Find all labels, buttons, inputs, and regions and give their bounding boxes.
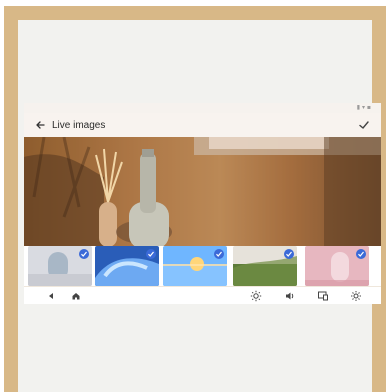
volume-icon[interactable] [283,289,297,303]
screen-mirror-icon[interactable] [316,289,330,303]
thumbnail-blue-wave[interactable] [95,246,159,286]
thumbnail-arch-window[interactable] [28,246,92,286]
selected-check-icon [284,249,294,259]
check-icon[interactable] [357,118,371,132]
page-title: Live images [52,119,106,131]
thumbnail-pink-arch[interactable] [305,246,369,286]
selected-check-icon [214,249,224,259]
home-icon[interactable] [69,289,83,303]
settings-gear-icon[interactable] [349,289,363,303]
device-screen: ▮ ▾ ▪ Live images [24,103,381,304]
thumbnail-green-landscape[interactable] [233,246,297,286]
bottom-navigation-bar [24,287,381,304]
selected-check-icon [79,249,89,259]
back-arrow-icon[interactable] [32,116,50,134]
top-app-bar: Live images [24,113,381,137]
selected-check-icon [146,249,156,259]
thumbnail-sunset-water[interactable] [163,246,227,286]
brightness-icon[interactable] [249,289,263,303]
thumbnail-strip [24,246,381,286]
selected-check-icon [356,249,366,259]
live-image-preview [24,137,381,249]
status-bar: ▮ ▾ ▪ [24,103,381,113]
nav-back-icon[interactable] [44,289,58,303]
status-indicators: ▮ ▾ ▪ [356,104,371,111]
